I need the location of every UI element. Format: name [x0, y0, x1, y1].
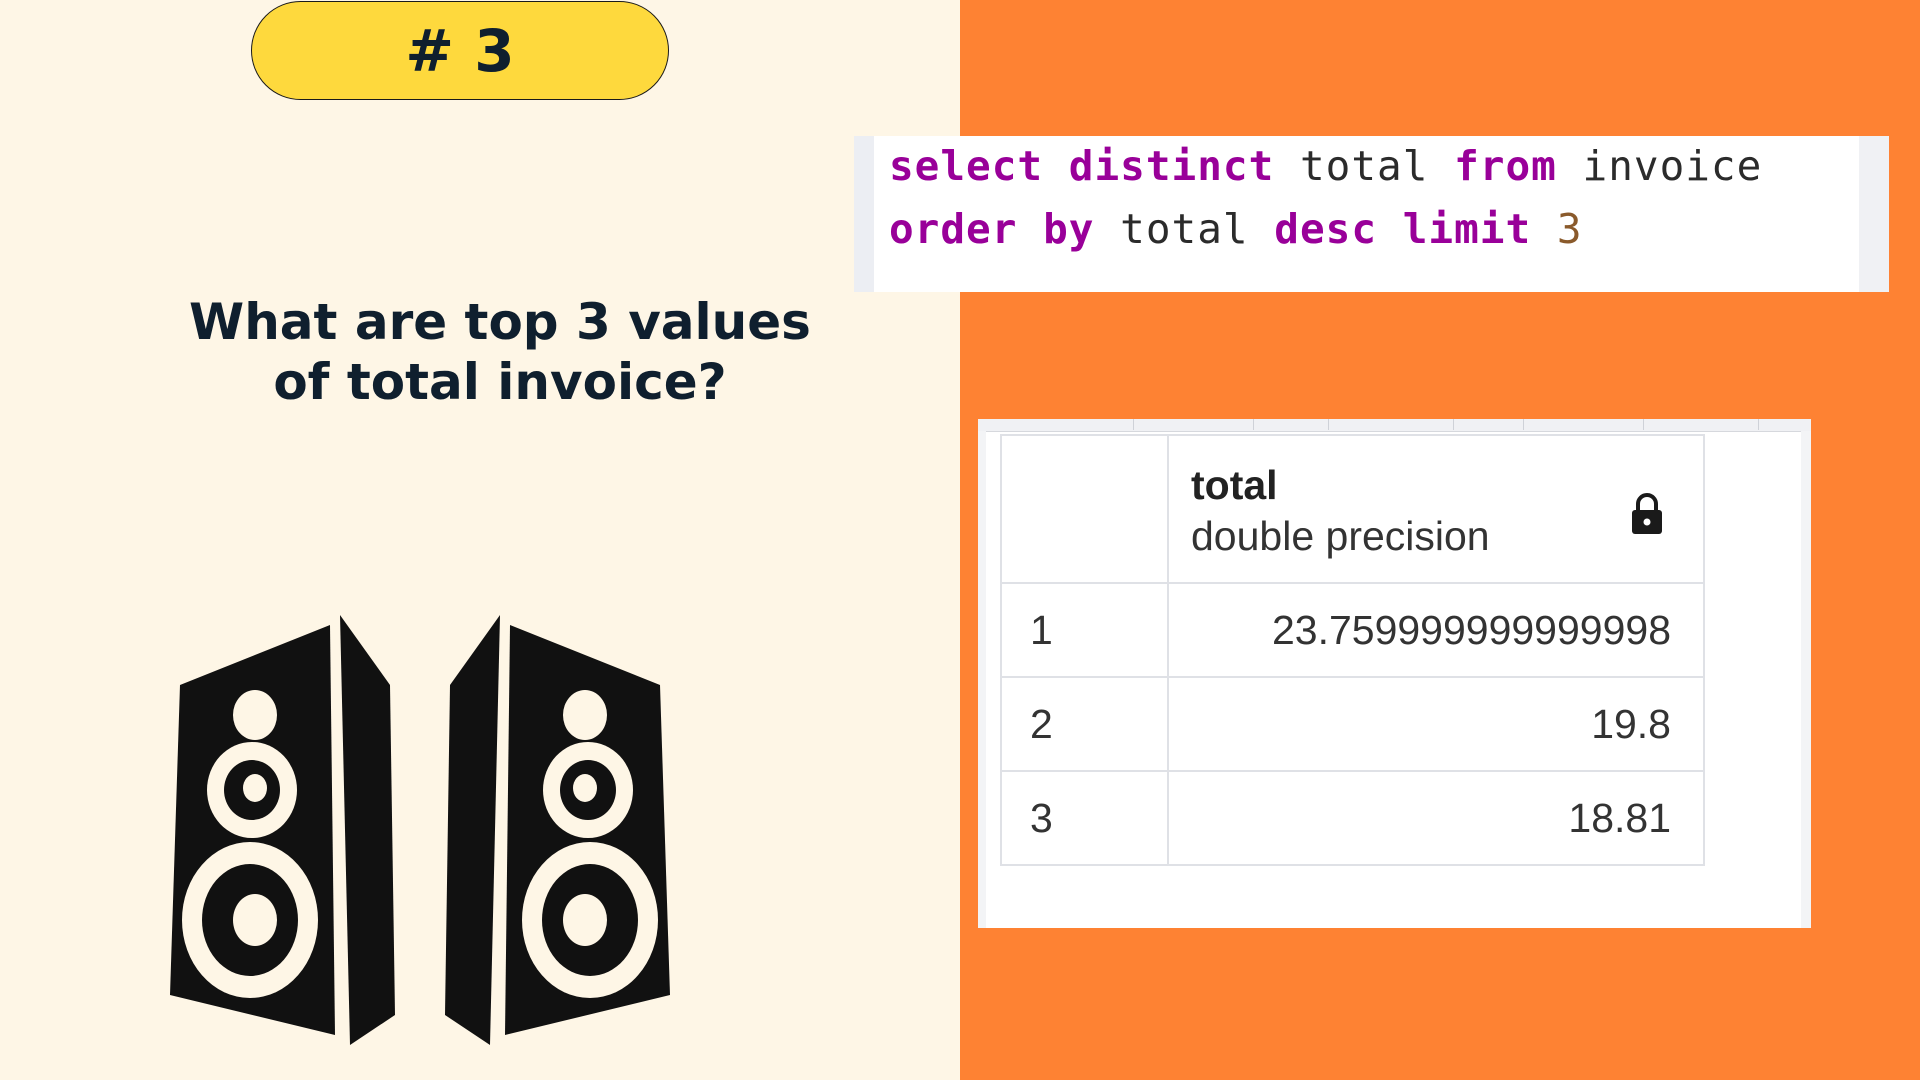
question-line-1: What are top 3 values — [189, 293, 811, 351]
table-row[interactable]: 2 19.8 — [1000, 676, 1705, 772]
slide-number-badge: # 3 — [251, 1, 669, 100]
toolbar-segment[interactable] — [1133, 419, 1254, 430]
sql-keyword: select — [889, 142, 1044, 190]
sql-identifier: invoice — [1556, 142, 1763, 190]
sql-keyword: desc — [1274, 205, 1378, 253]
grid-toolbar — [978, 419, 1811, 432]
toolbar-segment[interactable] — [1523, 419, 1644, 430]
total-cell[interactable]: 18.81 — [1167, 770, 1705, 866]
badge-label: # 3 — [405, 16, 515, 85]
total-cell[interactable]: 23.759999999999998 — [1167, 582, 1705, 678]
grid-scrollbar[interactable] — [1801, 431, 1811, 928]
editor-gutter — [854, 136, 874, 292]
sql-keyword: from — [1454, 142, 1557, 190]
sql-identifier — [1531, 205, 1557, 253]
sql-keyword: limit — [1402, 205, 1532, 253]
column-name: total — [1191, 462, 1278, 508]
toolbar-segment[interactable] — [1328, 419, 1454, 430]
table-row[interactable]: 1 23.759999999999998 — [1000, 582, 1705, 678]
sql-keyword: distinct — [1068, 142, 1275, 190]
row-number: 1 — [1000, 582, 1169, 678]
row-number-header — [1000, 434, 1169, 584]
column-header-total[interactable]: total double precision — [1167, 434, 1705, 584]
sql-line-2: order by total desc limit 3 — [889, 205, 1583, 253]
row-number: 3 — [1000, 770, 1169, 866]
sql-keyword: order by — [889, 205, 1095, 253]
toolbar-segment[interactable] — [1643, 419, 1759, 430]
question-line-2: of total invoice? — [273, 353, 727, 411]
speakers-icon — [170, 615, 670, 1045]
question-heading: What are top 3 values of total invoice? — [150, 292, 850, 412]
sql-number: 3 — [1556, 205, 1583, 253]
editor-scrollbar[interactable] — [1859, 136, 1889, 292]
sql-identifier: total — [1274, 142, 1455, 190]
column-type: double precision — [1191, 513, 1490, 559]
sql-identifier: total — [1094, 205, 1275, 253]
table-row[interactable]: 3 18.81 — [1000, 770, 1705, 866]
result-table: total double precision 1 23.759999999999… — [1000, 434, 1705, 866]
toolbar-segment[interactable] — [978, 419, 1134, 430]
row-number: 2 — [1000, 676, 1169, 772]
sql-identifier — [1377, 205, 1403, 253]
grid-left-edge — [978, 431, 986, 928]
toolbar-segment[interactable] — [1253, 419, 1329, 430]
header-row: total double precision — [1000, 434, 1705, 584]
result-grid: total double precision 1 23.759999999999… — [978, 419, 1811, 928]
total-cell[interactable]: 19.8 — [1167, 676, 1705, 772]
lock-icon — [1632, 493, 1662, 534]
toolbar-segment[interactable] — [1453, 419, 1524, 430]
sql-line-1: select distinct total from invoice — [889, 142, 1762, 190]
sql-identifier — [1043, 142, 1069, 190]
